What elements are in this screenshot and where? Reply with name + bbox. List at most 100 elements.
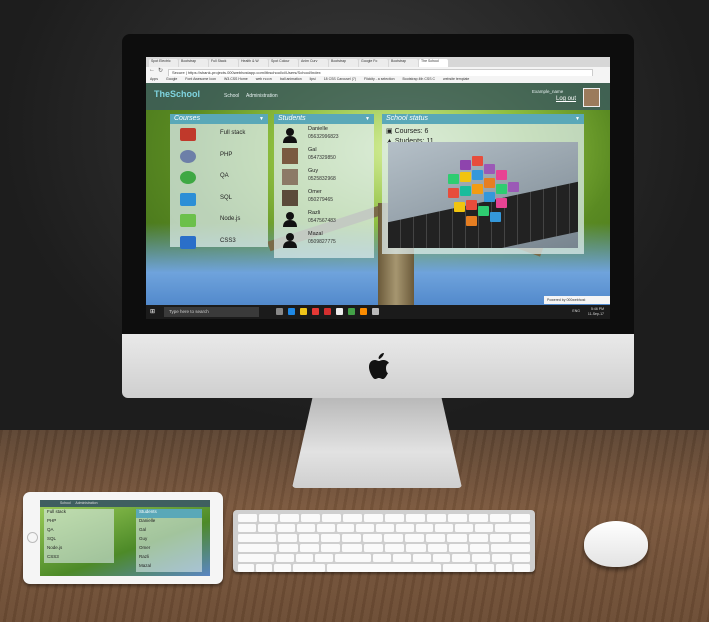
file-explorer-icon[interactable]	[300, 308, 307, 315]
browser-tab[interactable]: Spot Electric	[149, 59, 178, 67]
browser-tab[interactable]: Bootstrap	[389, 59, 418, 67]
cube-block	[484, 164, 495, 174]
course-item[interactable]: QA	[170, 167, 268, 189]
ipad-tablet: School Administration Full stack PHP QA …	[23, 492, 223, 584]
nav-school[interactable]: School	[224, 93, 239, 99]
ipad-student-item[interactable]: Danielle	[136, 518, 202, 527]
bookmark-item[interactable]: Google	[166, 76, 177, 83]
browser-tab-active[interactable]: The School	[419, 59, 448, 67]
cube-block	[496, 184, 507, 194]
course-item[interactable]: SQL	[170, 189, 268, 211]
ipad-courses-panel: Full stack PHP QA SQL Node.js CSS3	[44, 509, 114, 563]
cube-block	[460, 172, 471, 182]
ipad-student-item[interactable]: Mazal	[136, 563, 202, 572]
ipad-students-panel: Students Danielle Gal Guy Omer Razli Maz…	[136, 509, 202, 572]
browser-tab[interactable]: Spot Colour	[269, 59, 298, 67]
course-label: QA	[220, 173, 229, 179]
sublime-text-icon[interactable]	[360, 308, 367, 315]
student-item[interactable]: Danielle 05632996823	[274, 124, 374, 145]
ipad-student-item[interactable]: Omer	[136, 545, 202, 554]
logout-link[interactable]: Log out	[556, 96, 576, 102]
bookmark-item[interactable]: Flickity - a selection	[364, 76, 395, 83]
ipad-course-item[interactable]: QA	[44, 527, 114, 536]
browser-tab[interactable]: Health & W	[239, 59, 268, 67]
student-name: Omer	[308, 189, 322, 195]
ipad-student-item[interactable]: Guy	[136, 536, 202, 545]
student-phone: 0547329850	[308, 155, 336, 161]
school-web-page: TheSchool School Administration Example_…	[146, 83, 610, 305]
ipad-student-item[interactable]: Gal	[136, 527, 202, 536]
course-item[interactable]: Node.js	[170, 210, 268, 232]
ipad-course-item[interactable]: CSS3	[44, 554, 114, 563]
cube-block	[460, 186, 471, 196]
cube-block	[472, 184, 483, 194]
student-item[interactable]: Gal 0547329850	[274, 145, 374, 166]
chevron-down-icon[interactable]: ▼	[365, 114, 370, 124]
student-phone: 050279465	[308, 197, 334, 203]
app-icon[interactable]	[372, 308, 379, 315]
student-photo	[282, 169, 298, 185]
cube-block	[496, 170, 507, 180]
chevron-down-icon[interactable]: ▼	[259, 114, 264, 124]
chevron-down-icon[interactable]: ▼	[575, 114, 580, 124]
ipad-nav-school[interactable]: School	[60, 501, 71, 505]
course-item[interactable]: CSS3	[170, 232, 268, 254]
windows-start-icon[interactable]: ⊞	[150, 308, 155, 315]
site-navbar: TheSchool School Administration Example_…	[146, 83, 610, 110]
student-item[interactable]: Razli 0547567483	[274, 208, 374, 229]
imac-stand	[292, 398, 462, 488]
taskbar-clock[interactable]: 5:46 PM 11-Sep-17	[588, 307, 604, 316]
browser-tab[interactable]: Bootstrap	[329, 59, 358, 67]
language-indicator[interactable]: ENG	[572, 309, 580, 313]
browser-tab[interactable]: Anim Curv	[299, 59, 328, 67]
bookmark-item[interactable]: W3.CSS Home	[224, 76, 248, 83]
course-item[interactable]: Full stack	[170, 124, 268, 146]
student-phone: 0547567483	[308, 218, 336, 224]
mail-icon[interactable]	[336, 308, 343, 315]
avatar[interactable]	[583, 88, 600, 107]
cube-block	[472, 170, 483, 180]
store-icon[interactable]	[348, 308, 355, 315]
browser-tab[interactable]: Full Stack	[209, 59, 238, 67]
book-icon: ▣	[386, 128, 393, 135]
bookmark-item[interactable]: 18 CSS Carousel (7)	[324, 76, 356, 83]
cube-block	[508, 182, 519, 192]
bookmark-item[interactable]: web תכנות	[256, 76, 272, 83]
reload-icon[interactable]: ↻	[158, 67, 163, 74]
bookmark-item[interactable]: Bootstrap 4th CSS C	[403, 76, 436, 83]
bookmark-item[interactable]: Font Awesome Icon	[185, 76, 216, 83]
person-silhouette-icon	[283, 128, 297, 143]
bookmark-item[interactable]: website template	[443, 76, 469, 83]
bookmark-item[interactable]: Apps	[150, 76, 158, 83]
office-icon[interactable]	[324, 308, 331, 315]
student-name: Danielle	[308, 126, 328, 132]
ipad-course-item[interactable]: PHP	[44, 518, 114, 527]
edge-browser-icon[interactable]	[288, 308, 295, 315]
cube-block	[454, 202, 465, 212]
student-item[interactable]: Mazal 0509827775	[274, 229, 374, 250]
back-icon[interactable]: ←	[149, 67, 155, 73]
magic-mouse	[584, 521, 648, 567]
student-name: Guy	[308, 168, 319, 174]
browser-tab[interactable]: Google Fo	[359, 59, 388, 67]
browser-tab[interactable]: Bootstrap	[179, 59, 208, 67]
apple-keyboard	[233, 510, 535, 572]
task-view-icon[interactable]	[276, 308, 283, 315]
taskbar-search-input[interactable]: Type here to search	[164, 307, 259, 317]
ipad-course-item[interactable]: Full stack	[44, 509, 114, 518]
ipad-home-button[interactable]	[27, 532, 38, 543]
student-item[interactable]: Omer 050279465	[274, 187, 374, 208]
ipad-course-item[interactable]: Node.js	[44, 545, 114, 554]
chrome-browser-icon[interactable]	[312, 308, 319, 315]
powered-by-badge[interactable]: Powered by 000webhost	[544, 296, 610, 304]
bookmark-item[interactable]: lipsi	[310, 76, 316, 83]
nav-administration[interactable]: Administration	[246, 93, 278, 99]
ipad-course-item[interactable]: SQL	[44, 536, 114, 545]
ipad-student-item[interactable]: Razli	[136, 554, 202, 563]
course-item[interactable]: PHP	[170, 146, 268, 168]
php-elephant-logo-icon	[180, 149, 196, 163]
ipad-nav-administration[interactable]: Administration	[75, 501, 97, 505]
site-logo[interactable]: TheSchool	[154, 89, 200, 99]
student-item[interactable]: Guy 0525832968	[274, 166, 374, 187]
bookmark-item[interactable]: ball animation	[280, 76, 302, 83]
